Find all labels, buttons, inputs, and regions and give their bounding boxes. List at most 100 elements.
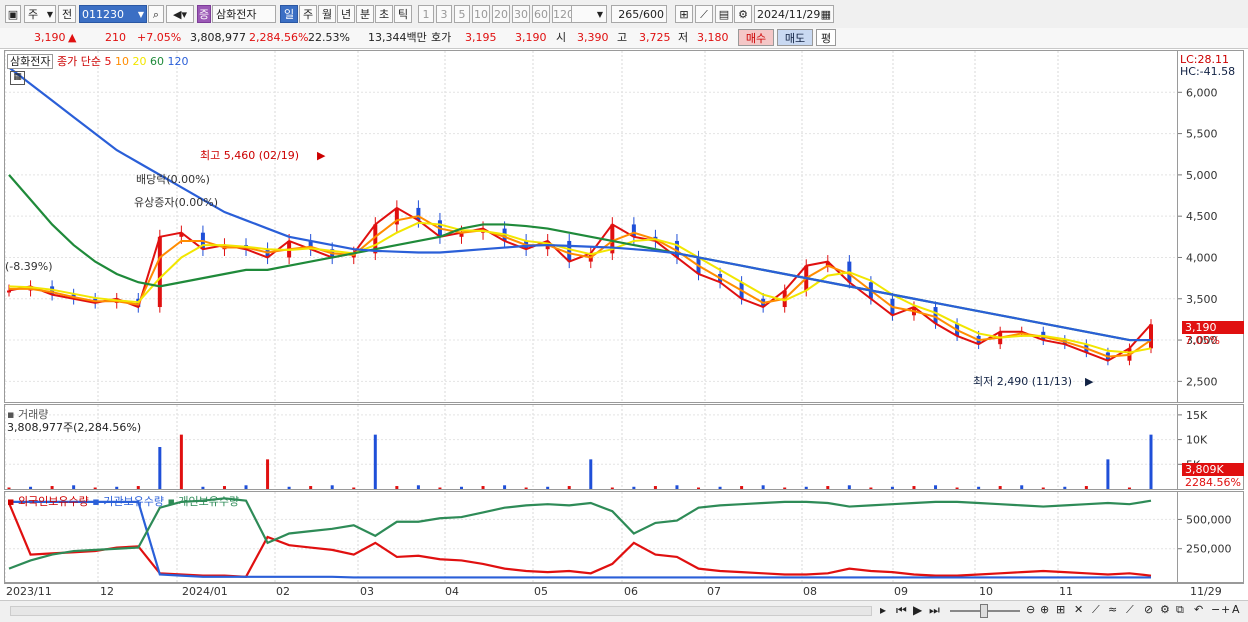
grid-icon[interactable]: ⊞ [1056, 603, 1065, 616]
volume-bar [1127, 487, 1131, 489]
range-tab-10[interactable]: 10 [472, 5, 490, 23]
date-field[interactable]: 2024/11/29 ▦ [754, 5, 834, 23]
count-max: /600 [639, 8, 664, 21]
range-tab-30[interactable]: 30 [512, 5, 530, 23]
x-tick-label: 2023/11 [6, 585, 52, 598]
speaker-icon[interactable]: ◀▾ [166, 5, 194, 23]
tools-icon[interactable]: ⊞ [675, 5, 693, 23]
search-icon[interactable]: ⌕ [148, 5, 164, 23]
y-tick-label: 250,000 [1186, 543, 1232, 556]
period-tab-0[interactable]: 일 [280, 5, 298, 23]
trend-icon[interactable]: ⟋ [1126, 603, 1134, 617]
stock-label: 삼화전자 [7, 54, 54, 69]
x-tick-label: 06 [624, 585, 638, 598]
low-label: 저 [678, 31, 689, 44]
low-value: 3,180 [697, 31, 729, 44]
y-tick-label: 6,000 [1186, 86, 1218, 99]
volume-bar [1106, 459, 1110, 489]
holding-legend-2: ▪ 개인보유수량 [167, 495, 240, 508]
copy-icon[interactable]: ⧉ [1176, 603, 1184, 617]
layout-icon[interactable]: ▣ [5, 5, 21, 23]
undo-icon[interactable]: ↶ [1194, 603, 1203, 616]
zoom-handle[interactable] [980, 604, 988, 618]
price-tag: 3,190 [1182, 321, 1244, 334]
period-tab-4[interactable]: 분 [356, 5, 374, 23]
play-icon[interactable]: ▶ [913, 603, 922, 617]
range-tab-20[interactable]: 20 [492, 5, 510, 23]
volume-bar [93, 487, 97, 489]
volume-pct-tag: 2284.56% [1185, 476, 1241, 489]
low-annotation: 최저 2,490 (11/13) [973, 375, 1073, 388]
period-tab-2[interactable]: 월 [318, 5, 336, 23]
cross-icon[interactable]: ✕ [1074, 603, 1083, 616]
range-tab-1[interactable]: 1 [418, 5, 434, 23]
code-value: 011230 [82, 8, 124, 21]
x-tick-label: 11 [1059, 585, 1073, 598]
volume-bar [632, 486, 636, 489]
x-tick-label: 07 [707, 585, 721, 598]
indicator-label: 종가 단순 [56, 55, 101, 68]
zoom-out-icon[interactable]: ⊖ [1026, 603, 1035, 616]
volume-bar [115, 486, 119, 489]
ma-legend-20: 20 [128, 55, 147, 68]
gear-icon[interactable]: ⚙ [734, 5, 752, 23]
range-select[interactable]: ▼ [571, 5, 607, 23]
period-tab-1[interactable]: 주 [299, 5, 317, 23]
candle-body [157, 236, 162, 308]
price-panel: ▶ ▶ 삼화전자 종가 단순 5 10 20 60 120 ▦ 최고 5,460 … [4, 50, 1178, 403]
change-value: 210 [105, 31, 126, 44]
volume-panel: ▪ 거래량 3,808,977주(2,284.56%) [4, 404, 1178, 490]
buy-button[interactable]: 매수 [738, 29, 774, 46]
save-icon[interactable]: ▤ [715, 5, 733, 23]
volume-bar [1063, 486, 1067, 489]
bottom-bar: ▸ ⏮ ▶ ⏭ ⊖ ⊕ ⊞ ✕ ⟋ ≈ ⟋ ⊘ ⚙ ⧉ ↶ − + A [0, 600, 1248, 622]
code-input[interactable]: 011230 ▼ [79, 5, 147, 23]
plus-icon[interactable]: + [1221, 603, 1230, 616]
volume-bar [309, 486, 313, 489]
scrollbar[interactable] [10, 606, 872, 616]
first-icon[interactable]: ⏮ [896, 603, 907, 618]
period-tab-6[interactable]: 틱 [394, 5, 412, 23]
date-value: 2024/11/29 [757, 8, 821, 21]
bid-value: 3,190 [515, 31, 547, 44]
volume-bar [826, 486, 830, 489]
line-icon[interactable]: ⟋ [1092, 603, 1100, 617]
fib-icon[interactable]: ≈ [1108, 603, 1117, 616]
price-chart: ▶▶ [5, 51, 1177, 402]
zoom-in-icon[interactable]: ⊕ [1040, 603, 1049, 616]
toolbar: ▣ 주 ▼ 전 011230 ▼ ⌕ ◀▾ 증 삼화전자 일주월년분초틱 1 3 5 10… [0, 0, 1248, 29]
y-tick-label: 2,500 [1186, 375, 1218, 388]
volume-bar [503, 485, 507, 489]
last-icon[interactable]: ⏭ [929, 603, 940, 618]
count-field[interactable]: 265/600 [611, 5, 667, 23]
magnet-icon[interactable]: ⊘ [1144, 603, 1153, 616]
volume-bar [567, 486, 571, 489]
scroll-right-icon[interactable]: ▸ [880, 603, 886, 617]
volume-bar [1084, 486, 1088, 489]
minus-icon[interactable]: − [1211, 603, 1220, 616]
volume-bar [697, 487, 701, 489]
market-select[interactable]: 주 ▼ [24, 5, 56, 23]
ma-legend-120: 120 [163, 55, 189, 68]
draw-icon[interactable]: ⟋ [695, 5, 713, 23]
volume-bar [783, 487, 787, 489]
period-tab-3[interactable]: 년 [337, 5, 355, 23]
avg-button[interactable]: 평 [816, 29, 836, 46]
range-tab-3[interactable]: 3 [436, 5, 452, 23]
amount: 13,344백만 [368, 31, 427, 44]
prefix-button[interactable]: 전 [58, 5, 76, 23]
calculator-icon[interactable]: ▦ [10, 71, 25, 85]
high-arrow-icon: ▶ [317, 149, 326, 162]
volume-value-label: 3,808,977주(2,284.56%) [7, 421, 142, 434]
range-tab-60[interactable]: 60 [532, 5, 550, 23]
range-tab-5[interactable]: 5 [454, 5, 470, 23]
price-axis: 2,500 3,000 3,500 4,000 4,500 5,000 5,500 6,000… [1178, 50, 1244, 403]
volume-bar [955, 487, 959, 489]
holding-panel: ▪ 외국인보유수량 ▪ 기관보유수량 ▪ 개인보유수량 [4, 491, 1178, 583]
sell-button[interactable]: 매도 [777, 29, 813, 46]
text-icon[interactable]: A [1232, 603, 1240, 616]
volume-bar [524, 487, 528, 489]
settings-icon[interactable]: ⚙ [1160, 603, 1170, 616]
turnover: 22.53% [308, 31, 350, 44]
period-tab-5[interactable]: 초 [375, 5, 393, 23]
